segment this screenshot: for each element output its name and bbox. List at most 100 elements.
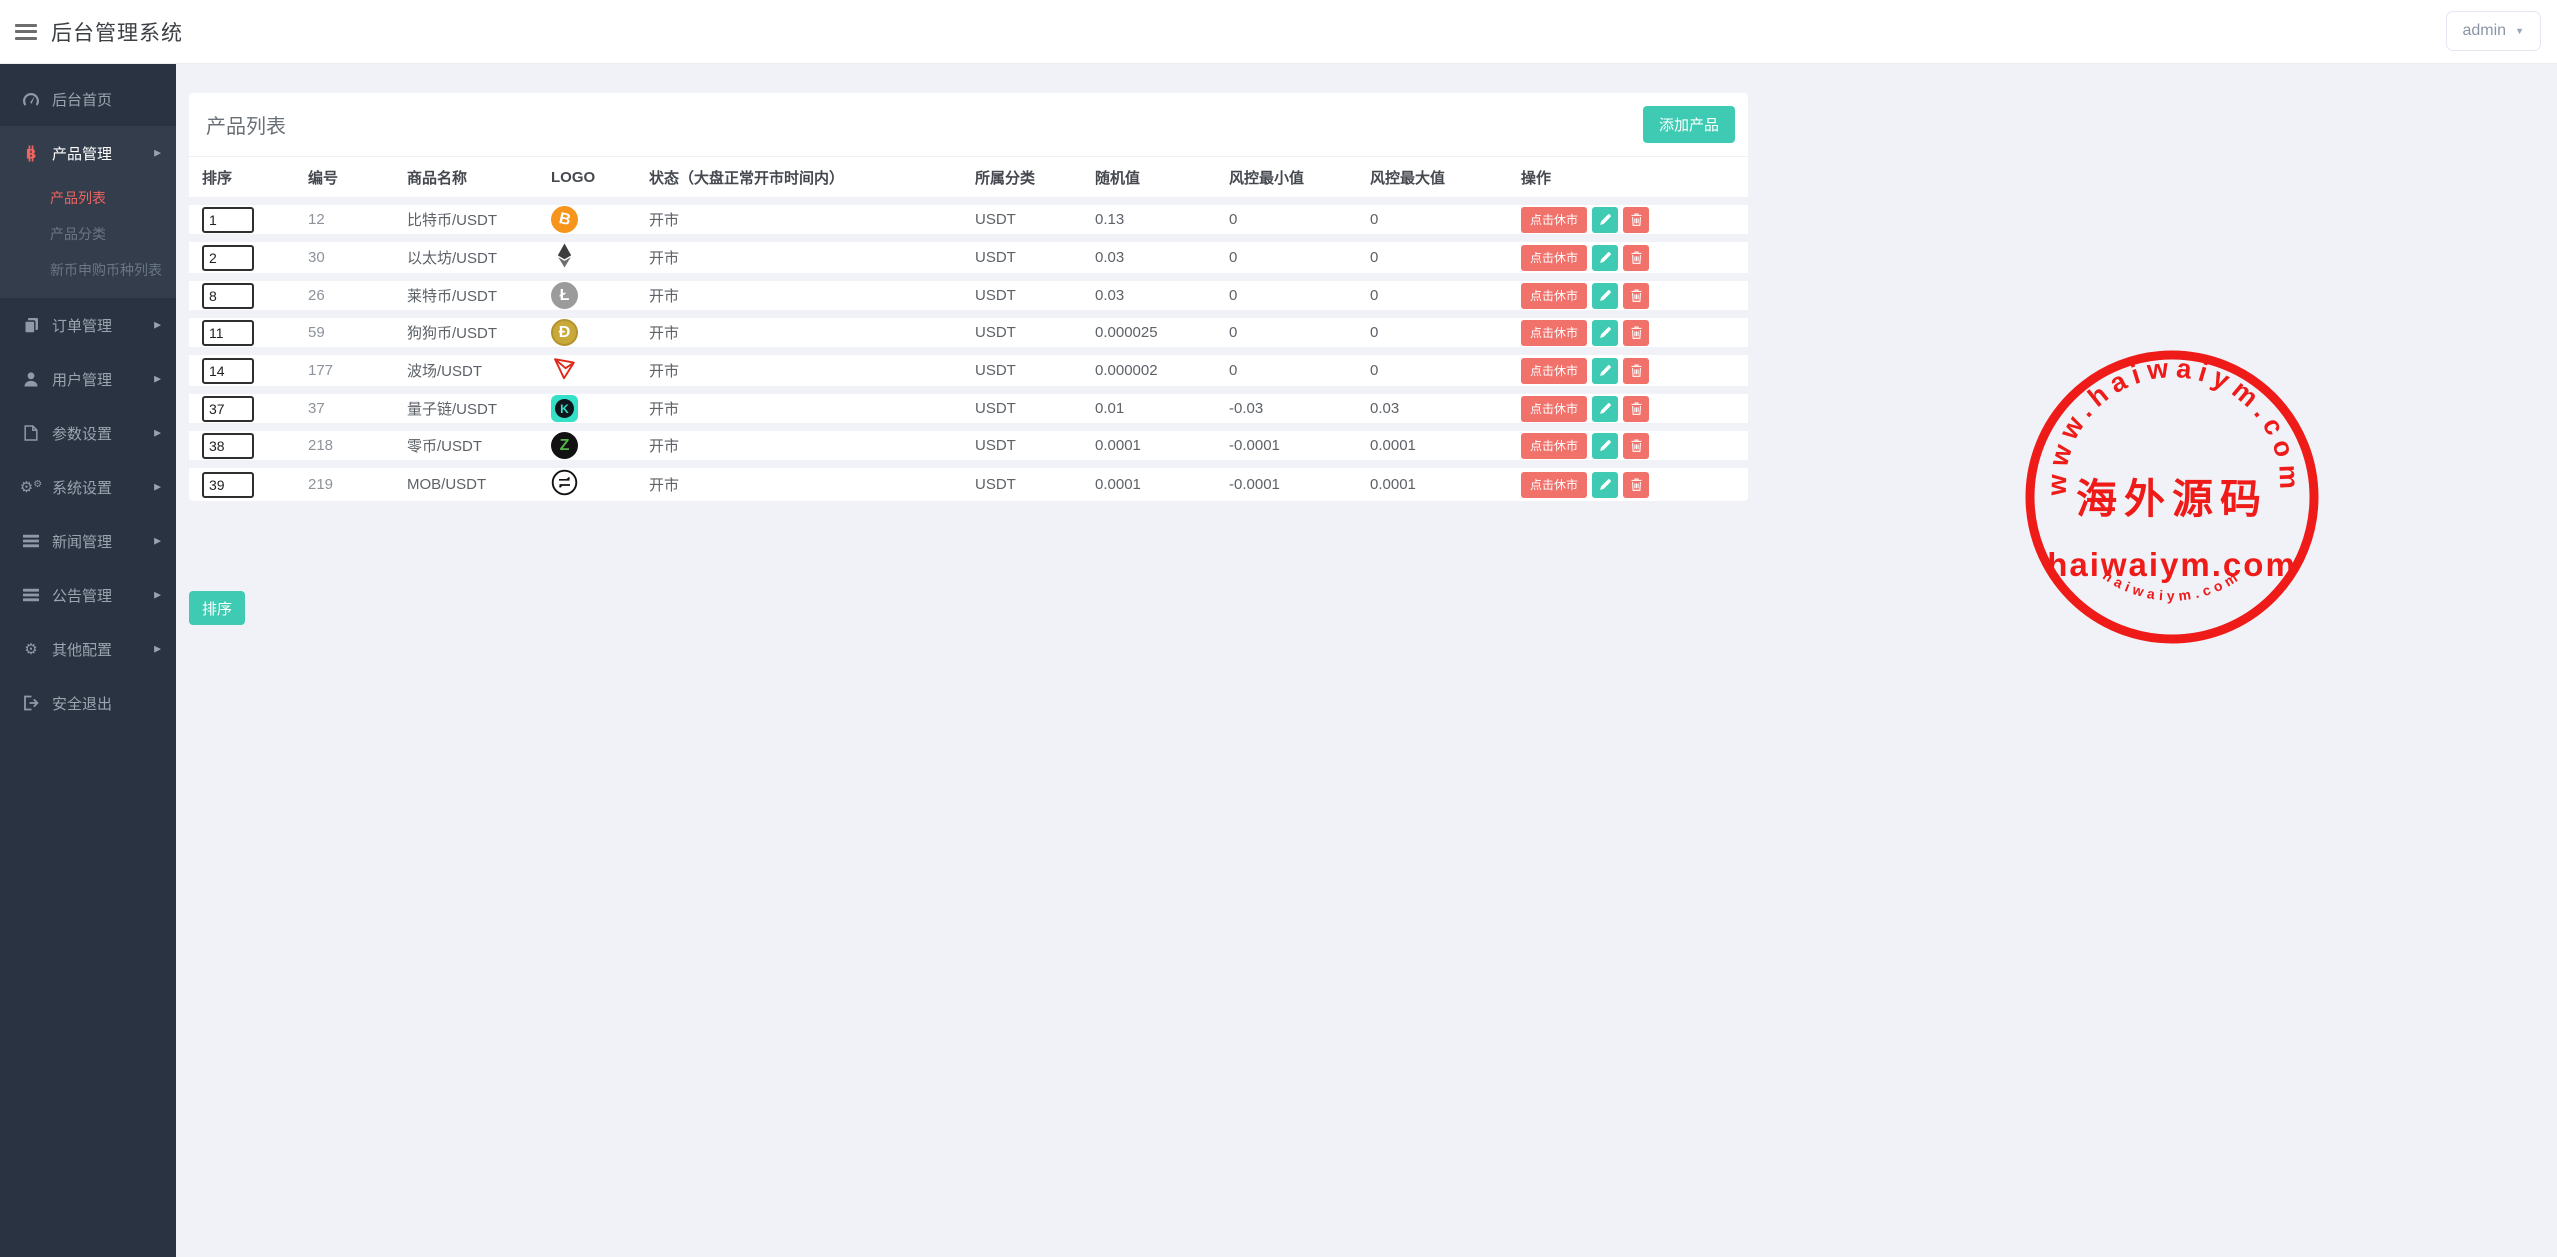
main-content: 产品列表 添加产品 排序编号商品名称LOGO状态（大盘正常开市时间内）所属分类随… bbox=[176, 64, 2557, 1257]
sidebar-item-system-settings[interactable]: ⚙⚙系统设置▶ bbox=[0, 460, 176, 514]
close-market-button[interactable]: 点击休市 bbox=[1521, 433, 1587, 459]
zec-logo-icon: Z bbox=[551, 436, 578, 453]
table-row: 30以太坊/USDT开市USDT0.0300点击休市 bbox=[189, 238, 1748, 277]
file-icon bbox=[20, 425, 42, 441]
close-market-button[interactable]: 点击休市 bbox=[1521, 320, 1587, 346]
ltc-logo-icon: Ł bbox=[551, 286, 578, 303]
product-id-cell: 59 bbox=[308, 314, 407, 351]
column-header: 排序 bbox=[189, 157, 308, 201]
chevron-right-icon: ▶ bbox=[154, 148, 161, 159]
sidebar-item-other-config[interactable]: ⚙其他配置▶ bbox=[0, 622, 176, 676]
sidebar-item-news-management[interactable]: 新闻管理 ▶ bbox=[0, 514, 176, 568]
chevron-right-icon: ▶ bbox=[154, 536, 161, 547]
close-market-button[interactable]: 点击休市 bbox=[1521, 396, 1587, 422]
sidebar-item-label: 安全退出 bbox=[52, 693, 112, 714]
sidebar-item-user-management[interactable]: 用户管理▶ bbox=[0, 352, 176, 406]
product-id-cell: 219 bbox=[308, 464, 407, 501]
close-market-button[interactable]: 点击休市 bbox=[1521, 283, 1587, 309]
sort-submit-button[interactable]: 排序 bbox=[189, 591, 245, 625]
edit-button[interactable] bbox=[1592, 358, 1618, 384]
actions-cell: 点击休市 bbox=[1521, 464, 1748, 501]
sidebar-item-label: 新闻管理 bbox=[52, 531, 112, 552]
risk-min-cell: 0 bbox=[1229, 201, 1370, 238]
product-table: 排序编号商品名称LOGO状态（大盘正常开市时间内）所属分类随机值风控最小值风控最… bbox=[189, 157, 1748, 501]
table-row: 59狗狗币/USDTÐ开市USDT0.00002500点击休市 bbox=[189, 314, 1748, 351]
delete-button[interactable] bbox=[1623, 283, 1649, 309]
gears-icon: ⚙⚙ bbox=[20, 480, 42, 495]
trx-logo-icon bbox=[551, 369, 578, 386]
edit-button[interactable] bbox=[1592, 207, 1618, 233]
sidebar-item-label: 参数设置 bbox=[52, 423, 112, 444]
product-name-cell: 比特币/USDT bbox=[407, 201, 551, 238]
sidebar-item-logout[interactable]: 安全退出 bbox=[0, 676, 176, 730]
chevron-right-icon: ▶ bbox=[154, 428, 161, 439]
sort-order-input[interactable] bbox=[202, 433, 254, 459]
product-name-cell: 莱特币/USDT bbox=[407, 277, 551, 314]
edit-button[interactable] bbox=[1592, 245, 1618, 271]
sidebar-subitem-product-category[interactable]: 产品分类 bbox=[0, 216, 176, 252]
delete-button[interactable] bbox=[1623, 396, 1649, 422]
mob-logo-icon bbox=[551, 483, 578, 500]
edit-button[interactable] bbox=[1592, 433, 1618, 459]
sort-order-input[interactable] bbox=[202, 396, 254, 422]
risk-min-cell: 0 bbox=[1229, 238, 1370, 277]
delete-button[interactable] bbox=[1623, 207, 1649, 233]
close-market-button[interactable]: 点击休市 bbox=[1521, 245, 1587, 271]
edit-button[interactable] bbox=[1592, 396, 1618, 422]
chevron-right-icon: ▶ bbox=[154, 644, 161, 655]
actions-cell: 点击休市 bbox=[1521, 201, 1748, 238]
app-header: 后台管理系统 admin ▼ bbox=[0, 0, 2557, 64]
product-list-panel: 产品列表 添加产品 排序编号商品名称LOGO状态（大盘正常开市时间内）所属分类随… bbox=[189, 93, 1748, 501]
risk-max-cell: 0 bbox=[1370, 201, 1521, 238]
sidebar-item-order-management[interactable]: 订单管理▶ bbox=[0, 298, 176, 352]
sort-order-input[interactable] bbox=[202, 472, 254, 498]
delete-button[interactable] bbox=[1623, 433, 1649, 459]
sort-order-input[interactable] bbox=[202, 245, 254, 271]
close-market-button[interactable]: 点击休市 bbox=[1521, 207, 1587, 233]
risk-min-cell: 0 bbox=[1229, 277, 1370, 314]
delete-button[interactable] bbox=[1623, 245, 1649, 271]
close-market-button[interactable]: 点击休市 bbox=[1521, 358, 1587, 384]
sort-order-input[interactable] bbox=[202, 358, 254, 384]
sidebar-item-home[interactable]: 后台首页 bbox=[0, 72, 176, 126]
sidebar-subitem-product-list[interactable]: 产品列表 bbox=[0, 180, 176, 216]
sidebar-item-product-management[interactable]: B产品管理▶ bbox=[0, 126, 176, 180]
table-row: 26莱特币/USDTŁ开市USDT0.0300点击休市 bbox=[189, 277, 1748, 314]
close-market-button[interactable]: 点击休市 bbox=[1521, 472, 1587, 498]
risk-max-cell: 0.03 bbox=[1370, 390, 1521, 427]
risk-min-cell: 0 bbox=[1229, 351, 1370, 390]
logo-cell: K bbox=[551, 390, 649, 427]
delete-button[interactable] bbox=[1623, 320, 1649, 346]
add-product-button[interactable]: 添加产品 bbox=[1643, 106, 1735, 143]
hamburger-menu-icon[interactable] bbox=[15, 24, 37, 40]
admin-dropdown[interactable]: admin ▼ bbox=[2446, 11, 2542, 51]
status-cell: 开市 bbox=[649, 390, 975, 427]
edit-button[interactable] bbox=[1592, 472, 1618, 498]
bitcoin-icon: B bbox=[20, 145, 42, 162]
sort-order-input[interactable] bbox=[202, 207, 254, 233]
logo-cell: Ð bbox=[551, 314, 649, 351]
table-row: 177波场/USDT开市USDT0.00000200点击休市 bbox=[189, 351, 1748, 390]
random-value-cell: 0.0001 bbox=[1095, 427, 1229, 464]
risk-max-cell: 0.0001 bbox=[1370, 464, 1521, 501]
product-name-cell: 零币/USDT bbox=[407, 427, 551, 464]
category-cell: USDT bbox=[975, 464, 1095, 501]
actions-cell: 点击休市 bbox=[1521, 277, 1748, 314]
sidebar-subitem-new-coin-list[interactable]: 新币申购币种列表 bbox=[0, 252, 176, 288]
edit-button[interactable] bbox=[1592, 283, 1618, 309]
delete-button[interactable] bbox=[1623, 358, 1649, 384]
status-cell: 开市 bbox=[649, 238, 975, 277]
btc-logo-icon: B bbox=[551, 210, 578, 227]
gear-icon: ⚙ bbox=[20, 642, 42, 657]
random-value-cell: 0.000002 bbox=[1095, 351, 1229, 390]
sort-order-input[interactable] bbox=[202, 320, 254, 346]
list-icon bbox=[20, 534, 42, 548]
actions-cell: 点击休市 bbox=[1521, 390, 1748, 427]
orders-icon bbox=[20, 317, 42, 334]
delete-button[interactable] bbox=[1623, 472, 1649, 498]
sort-order-input[interactable] bbox=[202, 283, 254, 309]
sidebar-item-label: 用户管理 bbox=[52, 369, 112, 390]
sidebar-item-parameter-settings[interactable]: 参数设置 ▶ bbox=[0, 406, 176, 460]
edit-button[interactable] bbox=[1592, 320, 1618, 346]
sidebar-item-notice-management[interactable]: 公告管理▶ bbox=[0, 568, 176, 622]
